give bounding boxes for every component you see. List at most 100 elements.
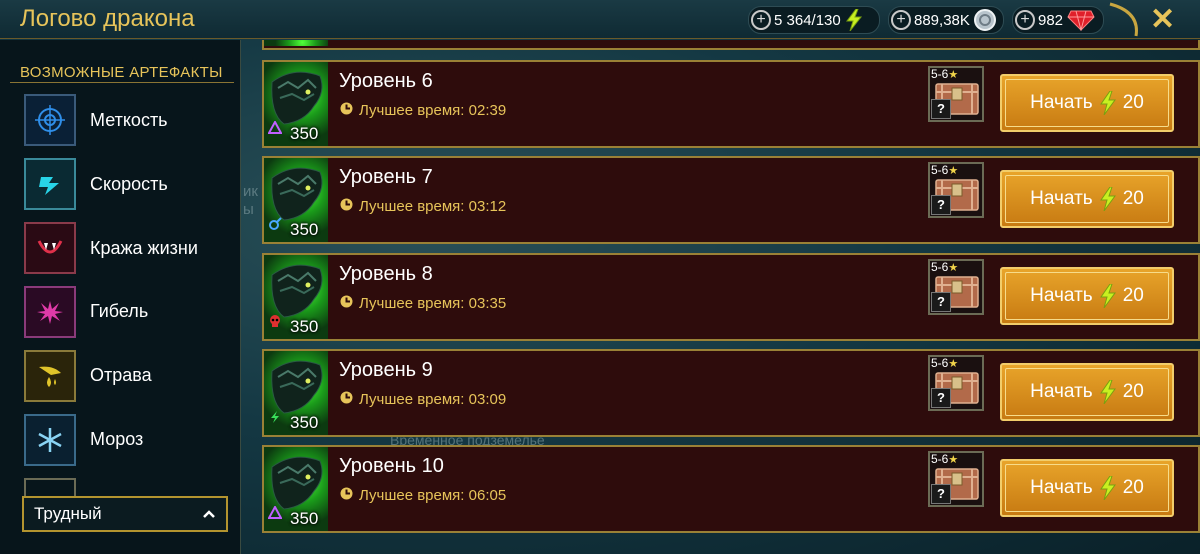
reward-chest[interactable]: 5-6★ ? [928,162,984,218]
bow-icon [1106,2,1140,43]
boss-power: 350 [290,317,319,336]
energy-counter[interactable]: + 5 364/130 [748,6,880,34]
start-label: Начать [1030,285,1093,306]
question-mark-icon: ? [931,195,951,215]
energy-cost: 20 [1122,477,1144,498]
close-button[interactable]: ✕ [1150,2,1175,37]
boss-portrait: 350 [264,62,328,146]
star-icon: ★ [948,358,959,370]
start-button[interactable]: Начать 20 [1000,267,1174,325]
star-icon: ★ [948,165,959,177]
sidebar-item-label: Меткость [90,110,168,130]
page-title: Логово дракона [20,5,195,32]
reward-chest[interactable]: 5-6★ ? [928,355,984,411]
start-button[interactable]: Начать 20 [1000,170,1174,228]
start-label: Начать [1030,381,1093,402]
start-button[interactable]: Начать 20 [1000,74,1174,132]
add-silver-icon[interactable]: + [891,10,911,30]
magic-triangle-icon [267,119,283,140]
sidebar-item-label: Кража жизни [90,238,198,258]
energy-cost: 20 [1122,285,1144,306]
chest-rank: 5-6★ [931,163,959,177]
energy-cost: 20 [1122,92,1144,113]
boss-power: 350 [290,413,319,432]
lightning-icon [1099,380,1117,404]
silver-value: 889,38K [914,11,970,29]
magic-triangle-icon [267,504,283,525]
energy-cost: 20 [1122,188,1144,209]
level-name: Уровень 9 [339,359,433,381]
background-text: ы [243,201,254,218]
best-time: Лучшее время: 03:12 [340,198,506,215]
start-button[interactable]: Начать 20 [1000,459,1174,517]
boss-portrait: 350 [264,255,328,339]
force-skull-icon [268,314,282,333]
reward-chest[interactable]: 5-6★ ? [928,66,984,122]
clock-icon [340,391,353,408]
lifesteal-fangs-icon [24,222,76,274]
difficulty-select[interactable]: Трудный [22,496,228,532]
start-label: Начать [1030,188,1093,209]
best-time-text: Лучшее время: 03:09 [359,391,507,408]
chest-rank: 5-6★ [931,67,959,81]
level-name: Уровень 8 [339,263,433,285]
ruby-icon [1067,9,1095,31]
divider [10,82,234,83]
start-button[interactable]: Начать 20 [1000,363,1174,421]
gems-counter[interactable]: + 982 [1012,6,1104,34]
reward-chest[interactable]: 5-6★ ? [928,451,984,507]
boss-portrait: 350 [264,447,328,531]
difficulty-value: Трудный [34,504,102,523]
top-bar: Логово дракона + 5 364/130 + 889,38K + 9… [0,0,1200,39]
boss-power: 350 [290,509,319,528]
question-mark-icon: ? [931,484,951,504]
best-time-text: Лучшее время: 03:12 [359,198,507,215]
level-row[interactable]: 350 Уровень 8 Лучшее время: 03:35 5-6★ ?… [262,253,1200,341]
question-mark-icon: ? [931,292,951,312]
spirit-swirl-icon [268,217,282,236]
lightning-icon [1099,187,1117,211]
boss-portrait: 350 [264,351,328,435]
star-icon: ★ [948,454,959,466]
best-time-text: Лучшее время: 03:35 [359,295,507,312]
best-time-text: Лучшее время: 06:05 [359,487,507,504]
sidebar-item-label: Скорость [90,174,168,194]
start-label: Начать [1030,92,1093,113]
reward-chest[interactable]: 5-6★ ? [928,259,984,315]
level-row[interactable]: 350 Уровень 10 Лучшее время: 06:05 5-6★ … [262,445,1200,533]
level-row[interactable]: 350 Уровень 7 Лучшее время: 03:12 5-6★ ?… [262,156,1200,244]
boss-portrait [264,40,328,46]
lightning-icon [845,9,863,31]
add-energy-icon[interactable]: + [751,10,771,30]
level-row[interactable]: 350 Уровень 6 Лучшее время: 02:39 5-6★ ?… [262,60,1200,148]
level-row[interactable]: 350 Уровень 9 Лучшее время: 03:09 5-6★ ?… [262,349,1200,437]
chest-rank: 5-6★ [931,452,959,466]
add-gems-icon[interactable]: + [1015,10,1035,30]
question-mark-icon: ? [931,99,951,119]
start-label: Начать [1030,477,1093,498]
lightning-icon [1099,476,1117,500]
gems-value: 982 [1038,11,1064,29]
sidebar-item-label: Мороз [90,429,144,449]
poison-drop-icon [24,350,76,402]
boss-portrait: 350 [264,158,328,242]
clock-icon [340,198,353,215]
boss-power: 350 [290,220,319,239]
energy-cost: 20 [1122,381,1144,402]
level-name: Уровень 7 [339,166,433,188]
star-icon: ★ [948,262,959,274]
lightning-icon [1099,91,1117,115]
void-bolt-icon [268,410,282,429]
level-name: Уровень 6 [339,70,433,92]
sidebar-item-label: Отрава [90,365,152,385]
clock-icon [340,295,353,312]
boss-power: 350 [290,124,319,143]
best-time: Лучшее время: 02:39 [340,102,506,119]
best-time-text: Лучшее время: 02:39 [359,102,507,119]
chest-rank: 5-6★ [931,356,959,370]
question-mark-icon: ? [931,388,951,408]
silver-counter[interactable]: + 889,38K [888,6,1004,34]
accuracy-target-icon [24,94,76,146]
frost-snowflake-icon [24,414,76,466]
lightning-icon [1099,284,1117,308]
